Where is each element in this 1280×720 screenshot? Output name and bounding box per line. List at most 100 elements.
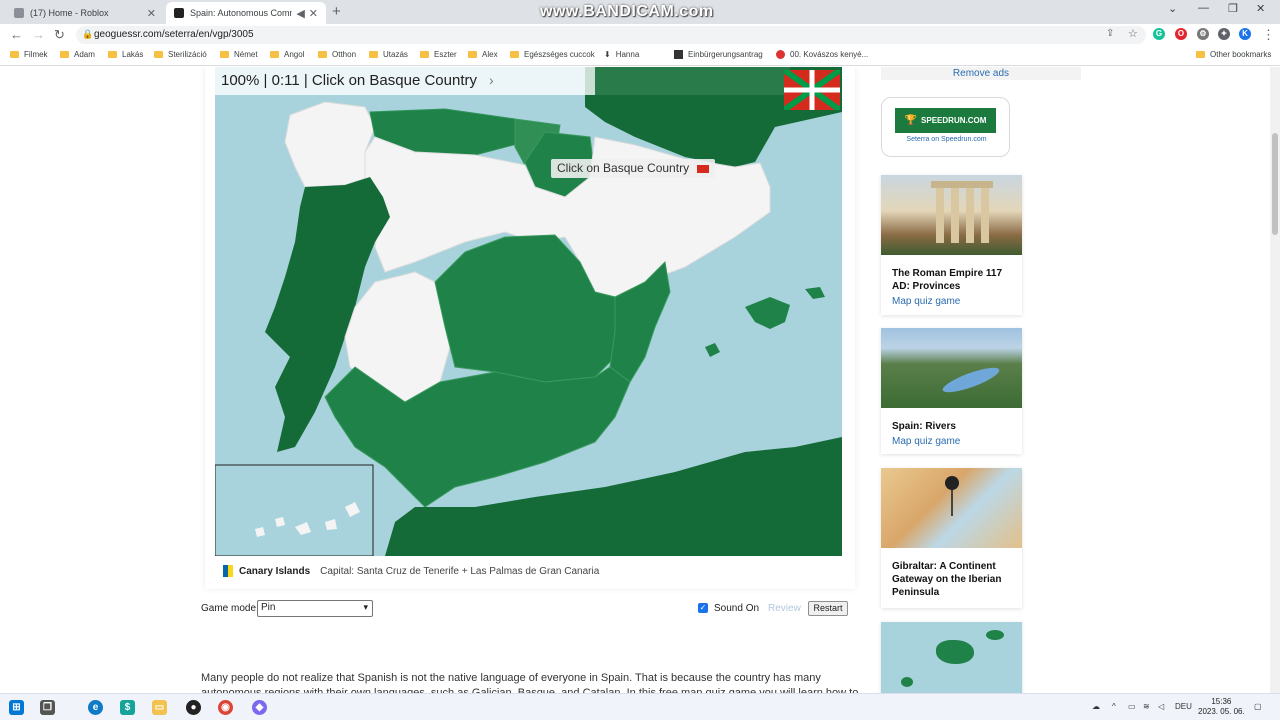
lock-icon[interactable]: 🔒 [82, 29, 93, 40]
quiz-card-gibraltar[interactable]: Gibraltar: A Continent Gateway on the Ib… [881, 468, 1022, 608]
bookmark-item[interactable]: Einbürgerungsantrag [674, 50, 763, 59]
bookmark-item[interactable]: Adam [60, 50, 95, 59]
review-link[interactable]: Review [768, 603, 801, 614]
grammarly-extension-icon[interactable]: G [1153, 28, 1165, 40]
tab-search-icon[interactable]: ⌄ [1168, 2, 1177, 15]
audio-icon[interactable]: ◀ [296, 7, 304, 20]
speedrun-logo: 🏆 SPEEDRUN.COM [895, 108, 996, 133]
profile-avatar[interactable]: K [1239, 28, 1251, 40]
bookmark-item[interactable]: Sterilizáció [154, 50, 207, 59]
edge-icon[interactable]: e [88, 700, 103, 715]
bookmark-item[interactable]: Lakás [108, 50, 143, 59]
sound-checkbox[interactable]: ✓ [698, 603, 708, 613]
bookmark-item[interactable]: Otthon [318, 50, 356, 59]
close-tab-icon[interactable]: ✕ [309, 7, 318, 20]
bookmark-item[interactable]: Német [220, 50, 258, 59]
folder-icon [1196, 51, 1205, 58]
game-status: 100% | 0:11 | Click on Basque Country [221, 72, 477, 89]
map-tooltip: Click on Basque Country [551, 159, 716, 178]
browser-tab-bar: (17) Home - Roblox ✕ Spain: Autonomous C… [0, 0, 1280, 24]
description-text: Many people do not realize that Spanish … [201, 672, 859, 693]
minimize-icon[interactable]: — [1198, 2, 1209, 14]
speedrun-link[interactable]: Seterra on Speedrun.com [882, 136, 1011, 143]
region-info-bar: Canary Islands Capital: Santa Cruz de Te… [215, 560, 842, 582]
bookmark-item[interactable]: Angol [270, 50, 304, 59]
back-icon[interactable]: ← [10, 27, 23, 42]
bookmark-item[interactable]: 00. Kovászos kenyé... [776, 50, 868, 59]
chevron-right-icon[interactable]: › [489, 72, 494, 88]
game-mode-select[interactable]: Pin ▾ [257, 600, 373, 617]
forward-icon[interactable]: → [32, 27, 45, 42]
quiz-card-balearic[interactable] [881, 622, 1022, 693]
tray-chevron-icon[interactable]: ^ [1112, 702, 1116, 711]
windows-taskbar: ⊞ ❐ e $ ▭ ● ◉ ◆ ☁ ^ ▭ ≋ ◁ DEU 15:36 2023… [0, 693, 1280, 720]
folder-icon [220, 51, 229, 58]
bookmark-item[interactable]: Eszter [420, 50, 457, 59]
close-tab-icon[interactable]: ✕ [147, 7, 156, 20]
bookmark-item[interactable]: ⬇ Hanna [604, 50, 639, 59]
quiz-card-roman-empire[interactable]: The Roman Empire 117 AD: Provinces Map q… [881, 175, 1022, 315]
card-title[interactable]: Spain: Rivers [881, 408, 1022, 433]
scrollbar-thumb[interactable] [1272, 133, 1278, 235]
site-icon [776, 50, 785, 59]
remove-ads-link[interactable]: Remove ads [881, 67, 1081, 80]
other-bookmarks[interactable]: Other bookmarks [1196, 50, 1271, 59]
url-text[interactable]: geoguessr.com/seterra/en/vgp/3005 [94, 29, 254, 40]
bookmark-item[interactable]: Alex [468, 50, 498, 59]
system-clock[interactable]: 15:36 2023. 05. 06. [1198, 697, 1245, 717]
extensions-icon[interactable]: ✦ [1218, 28, 1230, 40]
settings-extension-icon[interactable]: ⚙ [1197, 28, 1209, 40]
folder-icon [154, 51, 163, 58]
restore-icon[interactable]: ❐ [1228, 2, 1238, 15]
page-content: 100% | 0:11 | Click on Basque Country › … [0, 67, 1280, 693]
region-france-highlight [595, 67, 790, 95]
notifications-icon[interactable]: ▢ [1254, 702, 1262, 711]
roblox-favicon-icon [14, 8, 24, 18]
chrome-icon[interactable]: ◉ [218, 700, 233, 715]
card-title[interactable]: Gibraltar: A Continent Gateway on the Ib… [881, 548, 1022, 599]
bookmark-star-icon[interactable]: ☆ [1128, 27, 1138, 40]
region-capital: Capital: Santa Cruz de Tenerife + Las Pa… [320, 565, 600, 577]
recording-watermark: www.BANDICAM.com [540, 3, 714, 20]
network-icon[interactable]: ▭ [1128, 702, 1136, 711]
region-galicia[interactable] [284, 101, 376, 188]
volume-icon[interactable]: ◁ [1158, 702, 1164, 711]
close-window-icon[interactable]: ✕ [1256, 2, 1265, 15]
bookmark-item[interactable]: Utazás [369, 50, 408, 59]
card-link[interactable]: Map quiz game [881, 433, 1022, 447]
windows-start-icon[interactable]: ⊞ [9, 700, 24, 715]
bookmark-item[interactable]: Filmek [10, 50, 48, 59]
river-landscape-image [881, 328, 1022, 408]
wifi-icon[interactable]: ≋ [1143, 702, 1150, 711]
folder-icon [420, 51, 429, 58]
opera-extension-icon[interactable]: O [1175, 28, 1187, 40]
sound-label[interactable]: Sound On [714, 603, 759, 614]
folder-icon [60, 51, 69, 58]
bookmark-item[interactable]: Egészséges cuccok [510, 50, 595, 59]
address-bar[interactable]: 🔒 geoguessr.com/seterra/en/vgp/3005 ⇪ ☆ [76, 26, 1146, 44]
tab-roblox[interactable]: (17) Home - Roblox ✕ [6, 2, 164, 24]
page-scrollbar[interactable] [1270, 67, 1280, 693]
app-icon[interactable]: ◆ [252, 700, 267, 715]
keyboard-language[interactable]: DEU [1175, 702, 1192, 711]
menu-icon[interactable]: ⋮ [1262, 27, 1275, 43]
folder-icon [270, 51, 279, 58]
bandicam-icon[interactable]: ● [186, 700, 201, 715]
speedrun-promo[interactable]: 🏆 SPEEDRUN.COM Seterra on Speedrun.com [881, 97, 1010, 157]
tab-seterra[interactable]: Spain: Autonomous Commu ◀ ✕ [166, 2, 326, 24]
score-bar: 100% | 0:11 | Click on Basque Country › [215, 67, 595, 95]
file-explorer-icon[interactable]: ▭ [152, 700, 167, 715]
map-svg[interactable] [215, 67, 842, 556]
reload-icon[interactable]: ↻ [54, 27, 65, 43]
restart-button[interactable]: Restart [808, 601, 848, 616]
task-view-icon[interactable]: ❐ [40, 700, 55, 715]
quiz-card-spain-rivers[interactable]: Spain: Rivers Map quiz game [881, 328, 1022, 454]
game-controls: Game mode: Pin ▾ ✓ Sound On Review Resta… [200, 600, 855, 620]
weather-icon[interactable]: ☁ [1092, 702, 1100, 711]
new-tab-button[interactable]: + [332, 3, 341, 20]
store-icon[interactable]: $ [120, 700, 135, 715]
card-link[interactable]: Map quiz game [881, 293, 1022, 307]
share-icon[interactable]: ⇪ [1106, 28, 1114, 39]
card-title[interactable]: The Roman Empire 117 AD: Provinces [881, 255, 1022, 293]
spain-map[interactable] [215, 67, 842, 556]
